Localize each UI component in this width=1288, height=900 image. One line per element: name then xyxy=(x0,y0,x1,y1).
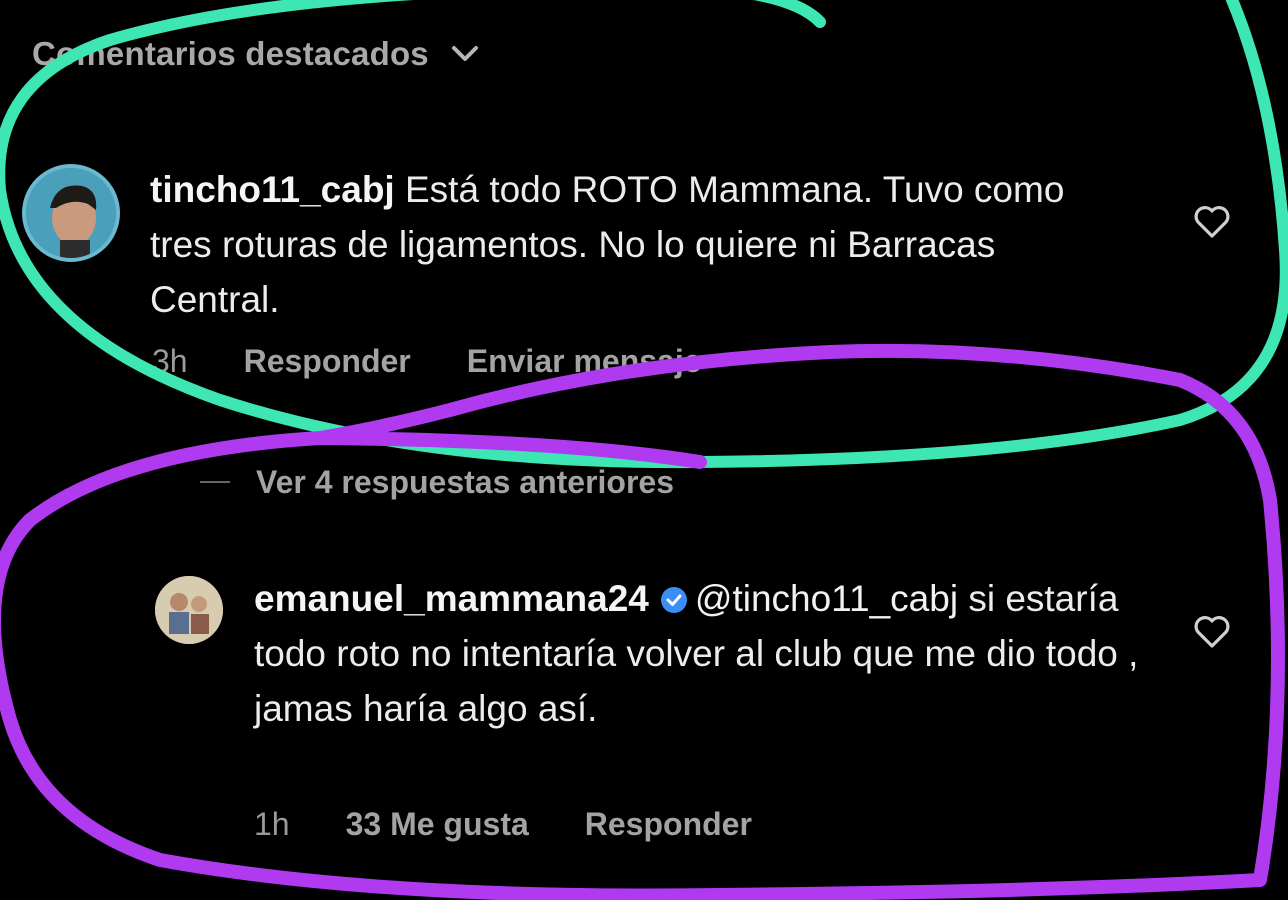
verified-badge-icon xyxy=(659,575,689,613)
likes-count[interactable]: 33 Me gusta xyxy=(346,806,529,843)
comment-username[interactable]: tincho11_cabj xyxy=(150,169,395,210)
avatar[interactable] xyxy=(22,164,120,262)
replies-divider xyxy=(200,481,230,483)
comment-time: 1h xyxy=(254,806,290,842)
heart-outline-icon[interactable] xyxy=(1192,612,1232,652)
comment-username[interactable]: emanuel_mammana24 xyxy=(254,578,649,619)
reply-button[interactable]: Responder xyxy=(244,343,411,380)
comment-time: 3h xyxy=(152,343,188,379)
avatar[interactable] xyxy=(155,576,223,644)
view-previous-replies[interactable]: Ver 4 respuestas anteriores xyxy=(200,458,674,506)
comment-mention[interactable]: @tincho11_cabj xyxy=(695,578,958,619)
comment: emanuel_mammana24 @tincho11_cabj si estar… xyxy=(254,571,1154,736)
heart-outline-icon[interactable] xyxy=(1192,202,1232,242)
featured-comments-title: Comentarios destacados xyxy=(32,35,429,72)
reply-button[interactable]: Responder xyxy=(585,806,752,843)
comment: tincho11_cabj Está todo ROTO Mammana. Tu… xyxy=(150,162,1110,327)
featured-comments-header[interactable]: Comentarios destacados xyxy=(32,30,481,78)
chevron-down-icon[interactable] xyxy=(451,39,481,69)
comment-meta: 1h 33 Me gusta Responder xyxy=(254,806,752,843)
view-previous-replies-label[interactable]: Ver 4 respuestas anteriores xyxy=(256,464,674,501)
comment-meta: 3h Responder Enviar mensaje xyxy=(152,343,702,380)
send-message-button[interactable]: Enviar mensaje xyxy=(467,343,702,380)
annotation-overlay xyxy=(0,0,1288,900)
